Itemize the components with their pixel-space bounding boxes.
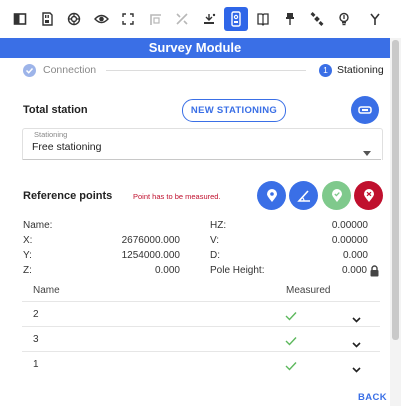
- v-value: 0.00000: [331, 235, 368, 246]
- z-label: Z:: [23, 265, 32, 276]
- hz-value: 0.00000: [331, 220, 368, 231]
- point-remove-button[interactable]: [354, 181, 383, 210]
- total-station-title: Total station: [23, 104, 88, 116]
- name-label: Name:: [23, 220, 53, 231]
- point-location-button[interactable]: [257, 181, 286, 210]
- module-title-bar: Survey Module: [0, 38, 390, 58]
- x-label: X:: [23, 235, 33, 246]
- check-icon: [285, 333, 297, 351]
- y-label: Y:: [23, 250, 32, 261]
- d-label: D:: [210, 250, 220, 261]
- chevron-down-icon[interactable]: [352, 360, 361, 378]
- window-icon[interactable]: [8, 7, 32, 31]
- location-pin-icon: [266, 188, 277, 202]
- check-icon: [285, 308, 297, 326]
- target-icon[interactable]: [62, 7, 86, 31]
- book-icon[interactable]: [251, 7, 275, 31]
- table-row[interactable]: 2: [22, 302, 380, 326]
- d-value: 0.000: [342, 250, 368, 261]
- z-value: 0.000: [154, 265, 180, 276]
- location-check-icon: [331, 188, 342, 202]
- device-icon: [358, 106, 372, 114]
- step-done-check-icon: [23, 64, 36, 77]
- table-row[interactable]: 1: [22, 352, 380, 376]
- angle-icon: [296, 189, 310, 202]
- location-remove-icon: [363, 188, 374, 202]
- table-header-name: Name: [33, 285, 60, 296]
- corner-icon: [143, 7, 167, 31]
- row-name: 1: [33, 359, 39, 370]
- lock-icon[interactable]: [369, 264, 380, 282]
- v-label: V:: [210, 235, 220, 246]
- sd-card-icon[interactable]: [35, 7, 59, 31]
- pin-icon[interactable]: [278, 7, 302, 31]
- pole-height-value: 0.000: [341, 265, 367, 276]
- stationing-select-label: Stationing: [32, 130, 70, 139]
- satellite-icon[interactable]: [305, 7, 329, 31]
- measure-warning-text: Point has to be measured.: [133, 192, 221, 201]
- y-icon[interactable]: [365, 7, 385, 31]
- sensor-icon[interactable]: [197, 7, 221, 31]
- y-value: 1254000.000: [121, 250, 180, 261]
- new-stationing-button[interactable]: NEW STATIONING: [182, 99, 286, 122]
- dropdown-arrow-icon: [363, 143, 371, 161]
- step-number-badge: 1: [319, 64, 332, 77]
- angle-measure-button[interactable]: [289, 181, 318, 210]
- hz-label: HZ:: [210, 220, 227, 231]
- reference-points-title: Reference points: [23, 190, 113, 202]
- stationing-select[interactable]: Stationing Free stationing: [22, 130, 381, 161]
- lightbulb-icon[interactable]: [332, 7, 356, 31]
- scrollbar-thumb[interactable]: [392, 40, 399, 340]
- row-name: 3: [33, 334, 39, 345]
- back-button[interactable]: BACK: [358, 392, 387, 403]
- stepper-divider: [106, 70, 306, 71]
- toolbar: [0, 0, 401, 39]
- frame-icon[interactable]: [116, 7, 140, 31]
- stationing-select-value: Free stationing: [32, 141, 102, 153]
- crossed-lines-icon: [170, 7, 194, 31]
- point-accept-button[interactable]: [322, 181, 351, 210]
- check-icon: [285, 358, 297, 376]
- table-row[interactable]: 3: [22, 327, 380, 351]
- row-name: 2: [33, 309, 39, 320]
- table-header-measured: Measured: [286, 285, 331, 296]
- pole-height-label: Pole Height:: [210, 265, 265, 276]
- step-connection[interactable]: Connection: [43, 64, 96, 77]
- eye-icon[interactable]: [89, 7, 113, 31]
- total-station-device-button[interactable]: [351, 96, 379, 124]
- x-value: 2676000.000: [121, 235, 180, 246]
- phone-icon[interactable]: [224, 7, 248, 31]
- step-stationing[interactable]: Stationing: [337, 64, 384, 77]
- module-title: Survey Module: [148, 40, 242, 55]
- stepper: Connection 1 Stationing: [0, 58, 390, 82]
